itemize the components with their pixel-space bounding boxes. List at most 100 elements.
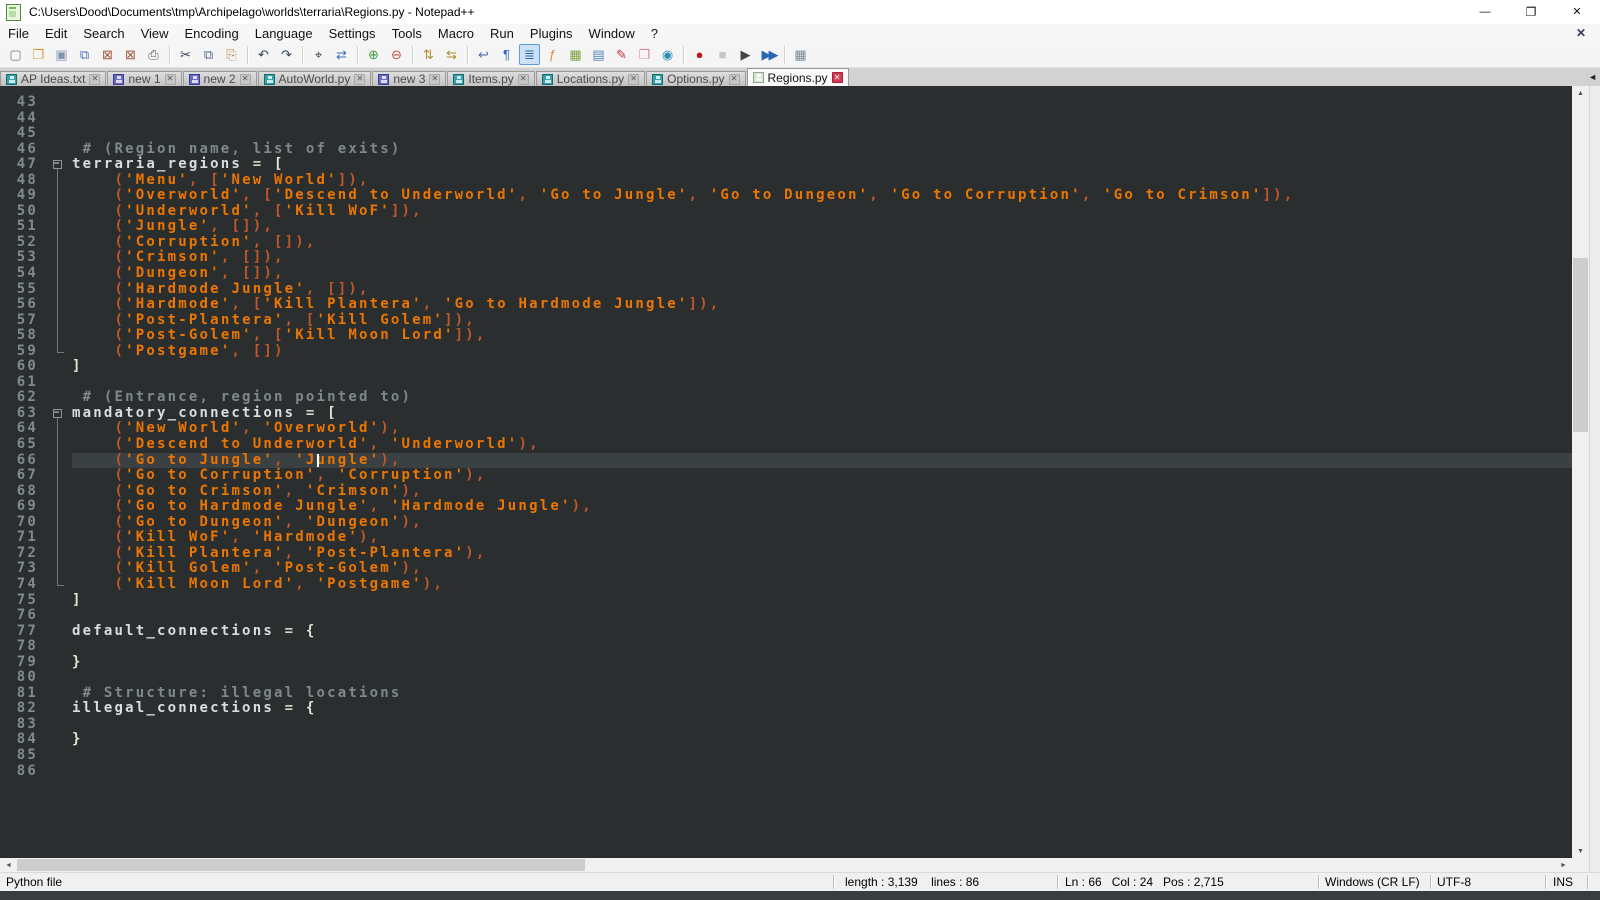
menu-item-settings[interactable]: Settings — [321, 24, 384, 42]
tb-indent-guide-button[interactable]: ≣ — [519, 44, 540, 65]
tab-close-icon[interactable]: ✕ — [518, 74, 529, 85]
tab-new-1[interactable]: new 1✕ — [107, 71, 181, 86]
tab-regions-py[interactable]: Regions.py✕ — [747, 68, 849, 86]
tb-document-list-button[interactable]: ▤ — [588, 44, 609, 65]
fold-line-end — [57, 585, 64, 586]
tb-save-file-button[interactable]: ▣ — [51, 44, 72, 65]
scroll-down-icon[interactable]: ▼ — [1572, 844, 1589, 858]
code-line: 74 ('Kill Moon Lord', 'Postgame'), — [0, 577, 1572, 593]
text-caret — [317, 454, 319, 467]
horizontal-scrollbar-thumb[interactable] — [17, 859, 585, 871]
restore-button[interactable]: ❐ — [1508, 0, 1554, 24]
window-frame-edge — [1589, 86, 1600, 872]
menu-item-language[interactable]: Language — [247, 24, 321, 42]
tb-macro-stop-button[interactable]: ■ — [712, 44, 733, 65]
tb-sync-horizontal-scroll-button[interactable]: ⇆ — [441, 44, 462, 65]
tb-close-file-button[interactable]: ⊠ — [97, 44, 118, 65]
tab-close-icon[interactable]: ✕ — [429, 74, 440, 85]
fold-marker-collapse[interactable]: − — [53, 409, 62, 418]
code-line-text: ('Underworld', ['Kill WoF']), — [72, 204, 1572, 220]
vertical-scrollbar[interactable]: ▲ ▼ — [1572, 86, 1589, 858]
tb-macro-record-button[interactable]: ● — [689, 44, 710, 65]
code-line-text: ('Hardmode Jungle', []), — [72, 282, 1572, 298]
menu-item-run[interactable]: Run — [482, 24, 522, 42]
tab-autoworld-py[interactable]: AutoWorld.py✕ — [258, 71, 372, 86]
fold-margin — [46, 219, 72, 235]
code-editor[interactable]: 43444546 # (Region name, list of exits)4… — [0, 86, 1572, 858]
tab-new-2[interactable]: new 2 ✕ — [183, 71, 257, 86]
menu-item-window[interactable]: Window — [581, 24, 643, 42]
edit-marker-icon: ✎ — [616, 47, 627, 63]
tb-document-map-button[interactable]: ▦ — [565, 44, 586, 65]
menu-item-edit[interactable]: Edit — [37, 24, 75, 42]
menu-item-search[interactable]: Search — [75, 24, 132, 42]
tab-close-icon[interactable]: ✕ — [832, 72, 843, 83]
find-icon: ⌖ — [315, 47, 322, 63]
close-button[interactable]: ✕ — [1554, 0, 1600, 24]
tab-locations-py[interactable]: Locations.py✕ — [536, 71, 645, 86]
tb-edit-marker-button[interactable]: ✎ — [611, 44, 632, 65]
tb-sync-vertical-scroll-button[interactable]: ⇅ — [418, 44, 439, 65]
tb-macro-run-multiple-button[interactable]: ▶▶ — [758, 44, 779, 65]
fold-margin — [46, 282, 72, 298]
tab-close-icon[interactable]: ✕ — [729, 74, 740, 85]
tab-close-icon[interactable]: ✕ — [628, 74, 639, 85]
menu-item-plugins[interactable]: Plugins — [522, 24, 581, 42]
tb-redo-button[interactable]: ↷ — [276, 44, 297, 65]
scroll-left-icon[interactable]: ◄ — [0, 858, 17, 872]
tab-close-icon[interactable]: ✕ — [165, 74, 176, 85]
tb-undo-button[interactable]: ↶ — [253, 44, 274, 65]
scroll-up-icon[interactable]: ▲ — [1572, 86, 1589, 100]
tb-zoom-in-button[interactable]: ⊕ — [363, 44, 384, 65]
tab-ap-ideas-txt[interactable]: AP Ideas.txt✕ — [0, 71, 106, 86]
tb-macro-play-button[interactable]: ▶ — [735, 44, 756, 65]
minimize-button[interactable]: — — [1462, 0, 1508, 24]
undo-icon: ↶ — [258, 47, 269, 63]
menu-item-view[interactable]: View — [133, 24, 177, 42]
tab-options-py[interactable]: Options.py✕ — [646, 71, 745, 86]
tab-close-icon[interactable]: ✕ — [89, 74, 100, 85]
fold-line — [57, 484, 58, 500]
tab-new-3[interactable]: new 3✕ — [372, 71, 446, 86]
tb-find-button[interactable]: ⌖ — [308, 44, 329, 65]
tb-monitoring-button[interactable]: ◉ — [657, 44, 678, 65]
menu-item-[interactable]: ? — [643, 24, 666, 42]
tab-close-icon[interactable]: ✕ — [354, 74, 365, 85]
close-document-icon[interactable]: ✕ — [1576, 26, 1586, 40]
tb-show-all-characters-button[interactable]: ¶ — [496, 44, 517, 65]
menu-item-file[interactable]: File — [0, 24, 37, 42]
tab-items-py[interactable]: Items.py ✕ — [447, 71, 534, 86]
tb-zoom-out-button[interactable]: ⊖ — [386, 44, 407, 65]
fold-marker-collapse[interactable]: − — [53, 160, 62, 169]
code-line: 63−mandatory_connections = [ — [0, 406, 1572, 422]
code-line-text: illegal_connections = { — [72, 701, 1572, 717]
tb-word-wrap-button[interactable]: ↩ — [473, 44, 494, 65]
status-divider — [1545, 875, 1546, 889]
horizontal-scrollbar[interactable]: ◄ ► — [0, 858, 1572, 872]
menu-item-encoding[interactable]: Encoding — [177, 24, 247, 42]
menu-item-macro[interactable]: Macro — [430, 24, 482, 42]
tb-function-list-button[interactable]: ƒ — [542, 44, 563, 65]
tab-close-icon[interactable]: ✕ — [240, 74, 251, 85]
tb-replace-button[interactable]: ⇄ — [331, 44, 352, 65]
tb-folder-as-workspace-button[interactable]: ❒ — [634, 44, 655, 65]
menu-item-tools[interactable]: Tools — [384, 24, 430, 42]
tb-open-file-button[interactable]: ❐ — [28, 44, 49, 65]
tb-print-button[interactable]: ⎙ — [143, 44, 164, 65]
vertical-scrollbar-thumb[interactable] — [1573, 258, 1588, 432]
tb-paste-button[interactable]: ⎘ — [221, 44, 242, 65]
tab-list-arrow-icon[interactable]: ◄ — [1588, 72, 1597, 82]
tab-label: Items.py — [468, 72, 513, 86]
scroll-right-icon[interactable]: ► — [1555, 858, 1572, 872]
tb-save-all-button[interactable]: ⧉ — [74, 44, 95, 65]
line-number: 46 — [0, 142, 46, 158]
tb-close-all-button[interactable]: ⊠ — [120, 44, 141, 65]
tb-copy-button[interactable]: ⧉ — [198, 44, 219, 65]
tb-new-file-button[interactable]: ▢ — [5, 44, 26, 65]
toolbar-separator — [302, 46, 303, 64]
tab-label: new 2 — [204, 72, 236, 86]
line-number: 60 — [0, 359, 46, 375]
fold-line — [57, 546, 58, 562]
tb-customize-grid-button[interactable]: ▦ — [790, 44, 811, 65]
tb-cut-button[interactable]: ✂ — [175, 44, 196, 65]
